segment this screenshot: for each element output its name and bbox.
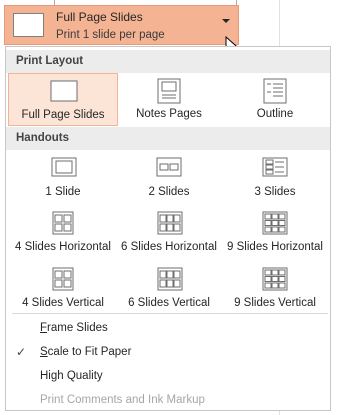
handout-label: 1 Slide (45, 186, 81, 198)
handout-6-slides-horizontal[interactable]: 6 Slides Horizontal (119, 205, 219, 257)
six-slides-horizontal-icon (157, 211, 183, 235)
high-quality-label: High Quality (40, 370, 103, 382)
handout-4-slides-vertical[interactable]: 4 Slides Vertical (8, 261, 118, 313)
full-page-slide-icon (50, 80, 78, 102)
three-slides-icon (262, 157, 288, 177)
print-comments-label: Print Comments and Ink Markup (40, 394, 205, 406)
handout-label: 9 Slides Vertical (234, 297, 316, 309)
handout-1-slide[interactable]: 1 Slide (8, 151, 118, 203)
handout-label: 4 Slides Horizontal (15, 241, 111, 253)
handout-label: 9 Slides Horizontal (227, 241, 323, 253)
handout-label: 2 Slides (148, 186, 190, 198)
selector-title: Full Page Slides (56, 10, 143, 24)
handout-4-slides-horizontal[interactable]: 4 Slides Horizontal (8, 205, 118, 257)
menu-divider (12, 313, 328, 314)
option-high-quality[interactable]: High Quality (6, 365, 330, 387)
layout-full-page-slides[interactable]: Full Page Slides (8, 73, 118, 126)
notes-page-icon (157, 78, 181, 104)
section-header-handouts: Handouts (6, 127, 330, 150)
four-slides-vertical-icon (52, 267, 74, 291)
handout-6-slides-vertical[interactable]: 6 Slides Vertical (119, 261, 219, 313)
handout-label: 6 Slides Horizontal (121, 241, 217, 253)
section-header-print-layout: Print Layout (6, 50, 330, 73)
layout-label: Notes Pages (136, 108, 202, 120)
six-slides-vertical-icon (157, 267, 183, 291)
handout-9-slides-horizontal[interactable]: 9 Slides Horizontal (222, 205, 328, 257)
nine-slides-vertical-icon (262, 267, 288, 291)
four-slides-horizontal-icon (52, 211, 74, 235)
one-slide-icon (51, 157, 77, 177)
chevron-down-icon[interactable] (222, 19, 230, 23)
checkmark-icon: ✓ (16, 345, 27, 359)
handout-label: 4 Slides Vertical (22, 297, 104, 309)
handout-label: 6 Slides Vertical (128, 297, 210, 309)
selector-subtitle: Print 1 slide per page (56, 29, 165, 41)
handout-3-slides[interactable]: 3 Slides (222, 151, 328, 203)
outline-icon (263, 78, 287, 104)
layout-notes-pages[interactable]: Notes Pages (119, 73, 219, 126)
layout-outline[interactable]: Outline (222, 73, 328, 126)
handout-label: 3 Slides (254, 186, 296, 198)
layout-label: Full Page Slides (21, 109, 105, 121)
nine-slides-horizontal-icon (262, 211, 288, 235)
option-print-comments: Print Comments and Ink Markup (6, 389, 330, 411)
print-layout-dropdown: Print Layout Full Page Slides Notes Page… (5, 46, 331, 411)
handout-2-slides[interactable]: 2 Slides (119, 151, 219, 203)
option-frame-slides[interactable]: Frame Slides (6, 317, 330, 339)
handout-9-slides-vertical[interactable]: 9 Slides Vertical (222, 261, 328, 313)
frame-slides-label: Frame Slides (40, 322, 108, 334)
scale-to-fit-label: Scale to Fit Paper (40, 346, 132, 358)
full-page-slide-thumbnail-icon (13, 13, 44, 37)
layout-label: Outline (256, 108, 294, 120)
option-scale-to-fit-paper[interactable]: ✓ Scale to Fit Paper (6, 341, 330, 363)
print-layout-selector[interactable]: Full Page Slides Print 1 slide per page (4, 5, 239, 45)
two-slides-icon (156, 157, 182, 177)
